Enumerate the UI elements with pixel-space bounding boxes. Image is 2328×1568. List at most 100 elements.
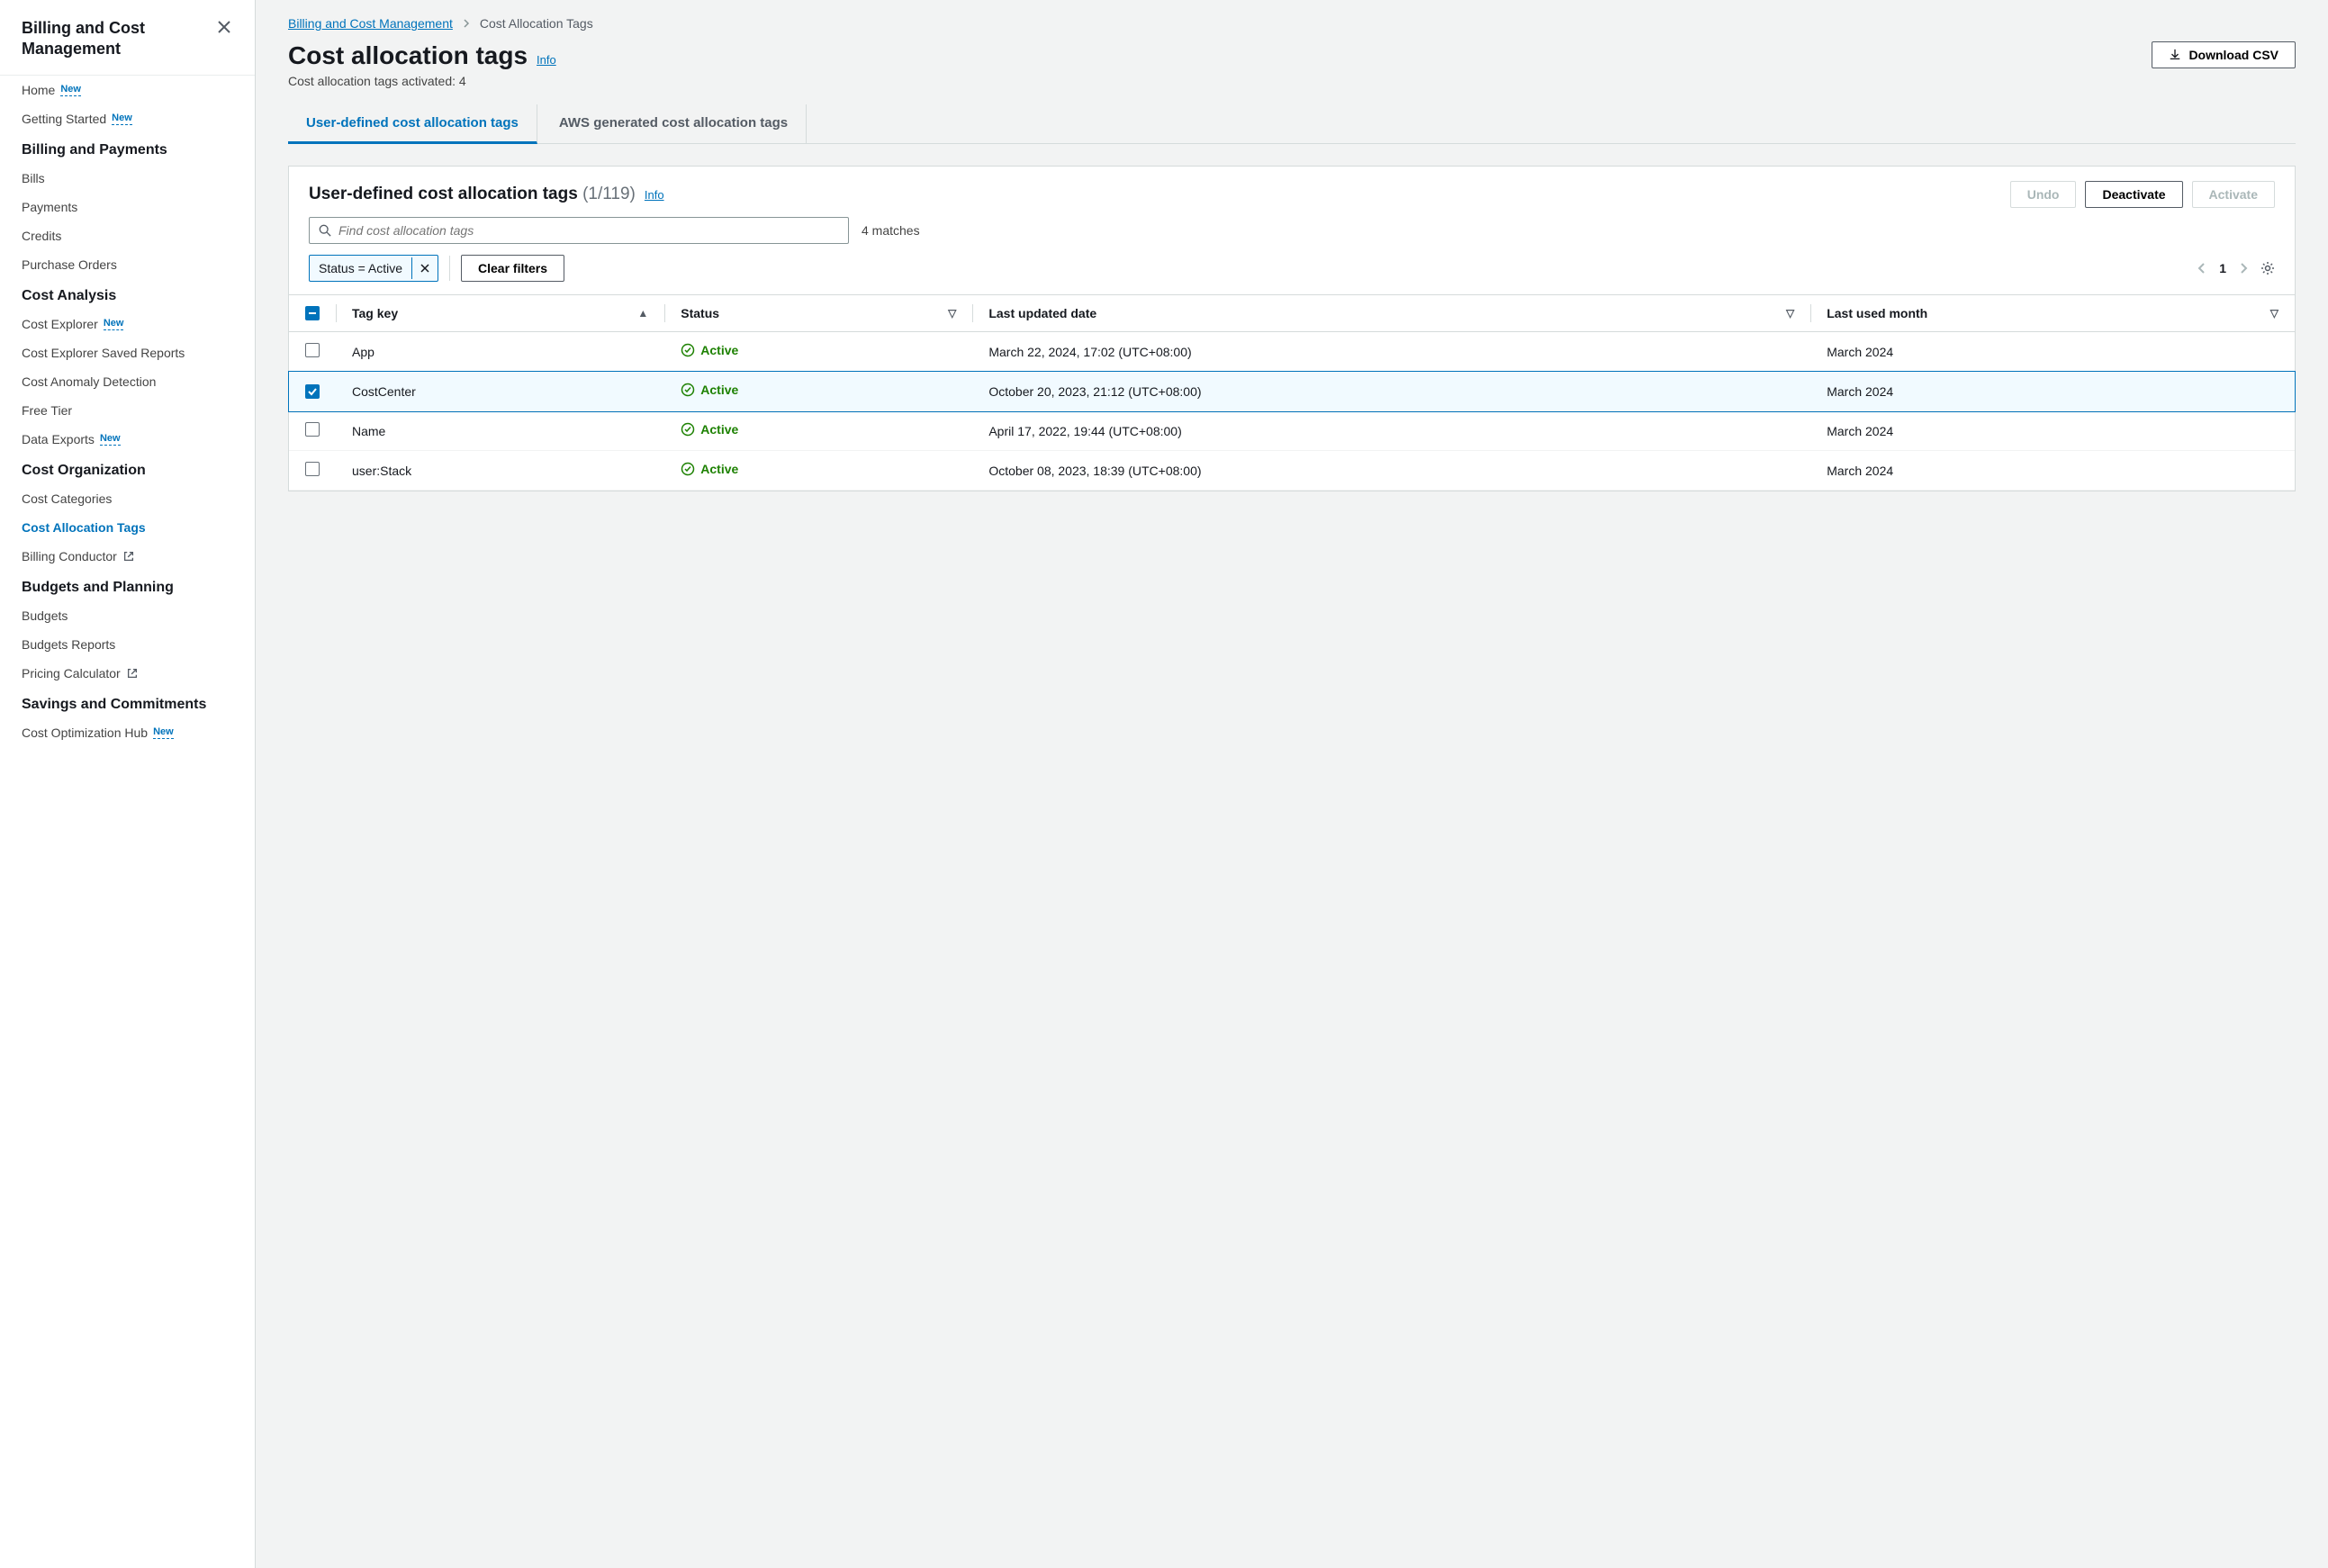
sidebar-item[interactable]: Cost Optimization HubNew — [0, 718, 255, 747]
row-checkbox[interactable] — [305, 343, 320, 357]
cell-lastused: March 2024 — [1810, 372, 2295, 411]
new-badge: New — [153, 726, 174, 739]
table-settings-button[interactable] — [2260, 261, 2275, 275]
sidebar-item[interactable]: HomeNew — [0, 76, 255, 104]
status-badge: Active — [681, 422, 738, 437]
search-box[interactable] — [309, 217, 849, 244]
sidebar-item-label: Cost Allocation Tags — [22, 520, 146, 535]
filter-icon[interactable]: ▽ — [948, 307, 956, 320]
sidebar-item-label: Pricing Calculator — [22, 666, 121, 680]
check-circle-icon — [681, 383, 695, 397]
check-circle-icon — [681, 462, 695, 476]
page-subtitle: Cost allocation tags activated: 4 — [288, 74, 2296, 88]
chevron-right-icon — [462, 19, 471, 28]
sidebar-item[interactable]: Data Exports New — [0, 425, 255, 454]
col-updated[interactable]: Last updated date — [988, 306, 1096, 320]
sidebar-item[interactable]: Purchase Orders — [0, 250, 255, 279]
cell-updated: October 08, 2023, 18:39 (UTC+08:00) — [972, 451, 1810, 491]
sidebar-item-label: Getting Started — [22, 112, 106, 126]
select-all-checkbox[interactable] — [305, 306, 320, 320]
sidebar-item-label: Home — [22, 83, 55, 97]
cell-lastused: March 2024 — [1810, 411, 2295, 451]
cell-updated: March 22, 2024, 17:02 (UTC+08:00) — [972, 332, 1810, 372]
sidebar-item[interactable]: Cost ExplorerNew — [0, 310, 255, 338]
cell-updated: April 17, 2022, 19:44 (UTC+08:00) — [972, 411, 1810, 451]
sidebar-item[interactable]: Cost Anomaly Detection — [0, 367, 255, 396]
undo-button[interactable]: Undo — [2010, 181, 2077, 208]
sidebar-item[interactable]: Budgets — [0, 601, 255, 630]
new-badge: New — [100, 433, 121, 446]
pager-prev[interactable] — [2197, 263, 2206, 274]
row-checkbox[interactable] — [305, 462, 320, 476]
tags-table: Tag key ▲ Status ▽ Last updated date ▽ Last… — [289, 294, 2295, 491]
search-input[interactable] — [338, 223, 839, 238]
page-title: Cost allocation tags Info — [288, 41, 556, 70]
cell-updated: October 20, 2023, 21:12 (UTC+08:00) — [972, 372, 1810, 411]
cell-lastused: March 2024 — [1810, 332, 2295, 372]
close-icon — [420, 263, 430, 274]
sidebar: Billing and Cost Management HomeNewGetti… — [0, 0, 256, 1568]
filter-icon[interactable]: ▽ — [2270, 307, 2278, 320]
sidebar-item[interactable]: Pricing Calculator — [0, 659, 255, 688]
sidebar-item-label: Data Exports — [22, 432, 95, 446]
status-badge: Active — [681, 462, 738, 476]
col-status[interactable]: Status — [681, 306, 719, 320]
sidebar-item[interactable]: Billing Conductor — [0, 542, 255, 571]
panel-count: (1/119) — [582, 185, 636, 203]
filter-chip-remove[interactable] — [411, 257, 438, 279]
sidebar-item-label: Free Tier — [22, 403, 72, 418]
search-icon — [319, 224, 331, 237]
sidebar-item[interactable]: Credits — [0, 221, 255, 250]
sidebar-item[interactable]: Free Tier — [0, 396, 255, 425]
sidebar-item[interactable]: Budgets Reports — [0, 630, 255, 659]
divider — [449, 256, 450, 281]
sidebar-item[interactable]: Cost Allocation Tags — [0, 513, 255, 542]
col-tagkey[interactable]: Tag key — [352, 306, 398, 320]
sidebar-title: Billing and Cost Management — [22, 18, 215, 60]
cell-tagkey: Name — [336, 411, 664, 451]
nav-section-header: Cost Analysis — [0, 279, 255, 310]
cell-tagkey: App — [336, 332, 664, 372]
gear-icon — [2260, 261, 2275, 275]
sidebar-nav: HomeNewGetting StartedNewBilling and Pay… — [0, 76, 255, 747]
external-link-icon — [126, 667, 139, 680]
download-csv-label: Download CSV — [2188, 48, 2278, 62]
table-row[interactable]: Name Active April 17, 2022, 19:44 (UTC+08:… — [289, 411, 2295, 451]
table-row[interactable]: App Active March 22, 2024, 17:02 (UTC+08:0… — [289, 332, 2295, 372]
sidebar-item-label: Budgets — [22, 608, 68, 623]
col-lastused[interactable]: Last used month — [1827, 306, 1927, 320]
sidebar-item[interactable]: Bills — [0, 164, 255, 193]
sidebar-item-label: Cost Explorer Saved Reports — [22, 346, 185, 360]
tab-aws-generated[interactable]: AWS generated cost allocation tags — [541, 104, 807, 143]
page-info-link[interactable]: Info — [537, 53, 556, 67]
cell-tagkey: user:Stack — [336, 451, 664, 491]
cell-tagkey: CostCenter — [336, 372, 664, 411]
check-circle-icon — [681, 422, 695, 437]
panel-info-link[interactable]: Info — [645, 188, 664, 202]
sidebar-item[interactable]: Payments — [0, 193, 255, 221]
table-row[interactable]: CostCenterActiveOctober 20, 2023, 21:12 … — [289, 372, 2295, 411]
sort-asc-icon[interactable]: ▲ — [637, 307, 648, 320]
chevron-right-icon — [2239, 263, 2248, 274]
sidebar-item-label: Payments — [22, 200, 77, 214]
table-row[interactable]: user:Stack Active October 08, 2023, 18:39 … — [289, 451, 2295, 491]
download-csv-button[interactable]: Download CSV — [2152, 41, 2296, 68]
cell-lastused: March 2024 — [1810, 451, 2295, 491]
sidebar-item-label: Budgets Reports — [22, 637, 115, 652]
sidebar-item[interactable]: Cost Explorer Saved Reports — [0, 338, 255, 367]
new-badge: New — [112, 113, 132, 125]
clear-filters-button[interactable]: Clear filters — [461, 255, 564, 282]
deactivate-button[interactable]: Deactivate — [2085, 181, 2182, 208]
filter-icon[interactable]: ▽ — [1786, 307, 1794, 320]
filter-chip-label[interactable]: Status = Active — [310, 256, 411, 281]
sidebar-close-button[interactable] — [215, 18, 233, 36]
pager-next[interactable] — [2239, 263, 2248, 274]
breadcrumb-root[interactable]: Billing and Cost Management — [288, 16, 453, 31]
sidebar-item[interactable]: Cost Categories — [0, 484, 255, 513]
status-badge: Active — [681, 343, 738, 357]
sidebar-item[interactable]: Getting Started New — [0, 104, 255, 133]
activate-button[interactable]: Activate — [2192, 181, 2275, 208]
tab-user-defined[interactable]: User-defined cost allocation tags — [288, 104, 537, 144]
row-checkbox[interactable] — [305, 384, 320, 399]
row-checkbox[interactable] — [305, 422, 320, 437]
